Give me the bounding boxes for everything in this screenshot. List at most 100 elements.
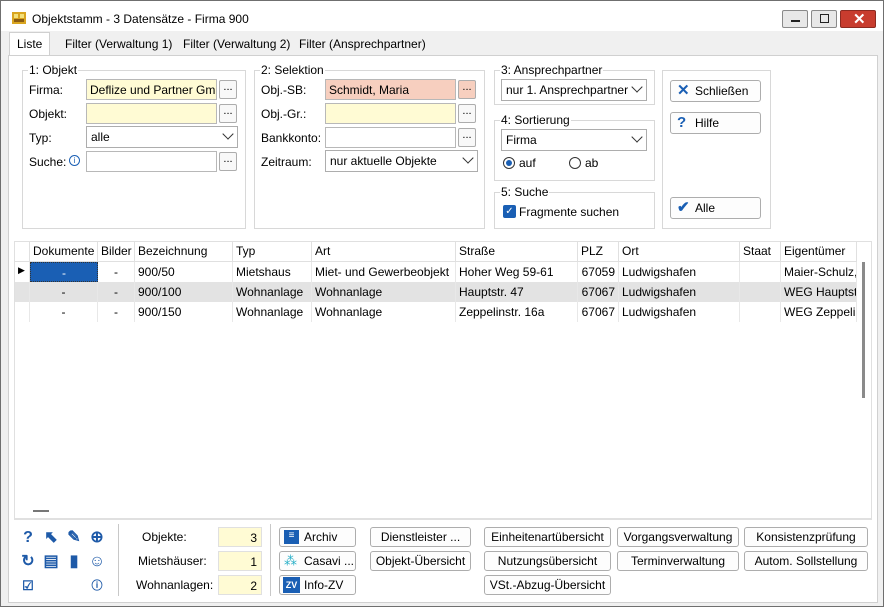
casavi-button[interactable]: ⁂ Casavi ...	[279, 551, 356, 571]
edit-pencil-icon[interactable]: ✎	[65, 529, 83, 547]
select-cursor-icon[interactable]: ⬉	[42, 529, 60, 547]
cell-eigentuemer[interactable]: Maier-Schulz,	[781, 262, 857, 282]
info-icon[interactable]: i	[69, 155, 80, 166]
objsb-field[interactable]: Schmidt, Maria	[325, 79, 456, 100]
objgr-browse-button[interactable]: ...	[458, 104, 476, 123]
close-window-button[interactable]: ✕ Schließen	[670, 80, 761, 102]
cell-bezeichnung[interactable]: 900/50	[135, 262, 233, 282]
typ-select[interactable]: alle	[86, 126, 238, 148]
suche-browse-button[interactable]: ...	[219, 152, 237, 171]
user-icon[interactable]: ☺	[88, 553, 106, 571]
sort-desc-radio[interactable]	[569, 157, 581, 169]
zeitraum-select[interactable]: nur aktuelle Objekte	[325, 150, 478, 172]
close-button[interactable]: ✕	[840, 10, 876, 28]
col-art[interactable]: Art	[312, 242, 456, 262]
cell-ort[interactable]: Ludwigshafen	[619, 282, 740, 302]
objekt-field[interactable]	[86, 103, 217, 124]
print-icon[interactable]: ▤	[42, 553, 60, 571]
col-bilder[interactable]: Bilder	[98, 242, 135, 262]
col-typ[interactable]: Typ	[233, 242, 312, 262]
cell-strasse[interactable]: Hauptstr. 47	[456, 282, 578, 302]
info-zv-button[interactable]: ZV Info-ZV	[279, 575, 356, 595]
dienstleister-button[interactable]: Dienstleister ...	[370, 527, 471, 547]
vertical-scrollbar[interactable]	[862, 262, 865, 398]
bankkonto-field[interactable]	[325, 127, 456, 148]
konsistenz-button[interactable]: Konsistenzprüfung	[744, 527, 868, 547]
cell-art[interactable]: Miet- und Gewerbeobjekt	[312, 262, 456, 282]
cell-bezeichnung[interactable]: 900/150	[135, 302, 233, 322]
ansprechpartner-select[interactable]: nur 1. Ansprechpartner	[501, 79, 647, 101]
firma-browse-button[interactable]: ...	[219, 80, 237, 99]
vst-abzug-button[interactable]: VSt.-Abzug-Übersicht	[484, 575, 611, 595]
sortierung-select[interactable]: Firma	[501, 129, 647, 151]
firma-field[interactable]: Deflize und Partner GmbH	[86, 79, 217, 100]
cell-ort[interactable]: Ludwigshafen	[619, 262, 740, 282]
cell-dokumente[interactable]: -	[30, 282, 98, 302]
einheitenart-button[interactable]: Einheitenartübersicht	[484, 527, 611, 547]
fragmente-checkbox[interactable]: ✓	[503, 205, 516, 218]
col-bezeichnung[interactable]: Bezeichnung	[135, 242, 233, 262]
tab-filter-verwaltung-1[interactable]: Filter (Verwaltung 1)	[61, 34, 176, 54]
tab-filter-ansprechpartner[interactable]: Filter (Ansprechpartner)	[295, 34, 430, 54]
cell-eigentuemer[interactable]: WEG Hauptstr	[781, 282, 857, 302]
cell-bezeichnung[interactable]: 900/100	[135, 282, 233, 302]
tab-filter-verwaltung-2[interactable]: Filter (Verwaltung 2)	[179, 34, 294, 54]
cell-dokumente[interactable]: -	[30, 302, 98, 322]
info-icon[interactable]: ⓘ	[88, 577, 106, 595]
col-plz[interactable]: PLZ	[578, 242, 619, 262]
cell-bilder[interactable]: -	[98, 282, 135, 302]
cell-staat[interactable]	[740, 282, 781, 302]
bankkonto-browse-button[interactable]: ...	[458, 128, 476, 147]
cell-plz[interactable]: 67067	[578, 302, 619, 322]
mietshaeuser-count: 1	[218, 551, 262, 571]
table-row[interactable]: - - 900/100 Wohnanlage Wohnanlage Haupts…	[15, 282, 857, 302]
cell-art[interactable]: Wohnanlage	[312, 302, 456, 322]
splitter-handle[interactable]	[33, 510, 49, 512]
checkbox-icon[interactable]: ☑	[19, 577, 37, 595]
cell-bilder[interactable]: -	[98, 302, 135, 322]
objsb-browse-button[interactable]: ...	[458, 80, 476, 99]
help-button[interactable]: ? Hilfe	[670, 112, 761, 134]
cell-bilder[interactable]: -	[98, 262, 135, 282]
suche-field[interactable]	[86, 151, 217, 172]
objekt-browse-button[interactable]: ...	[219, 104, 237, 123]
add-icon[interactable]: ⊕	[88, 529, 106, 547]
cell-strasse[interactable]: Zeppelinstr. 16a	[456, 302, 578, 322]
cell-plz[interactable]: 67067	[578, 282, 619, 302]
cell-art[interactable]: Wohnanlage	[312, 282, 456, 302]
nutzung-button[interactable]: Nutzungsübersicht	[484, 551, 611, 571]
col-ort[interactable]: Ort	[619, 242, 740, 262]
office-icon[interactable]: ▮	[65, 553, 83, 571]
sort-asc-radio[interactable]	[503, 157, 515, 169]
cell-dokumente[interactable]: -	[30, 262, 98, 282]
tab-liste[interactable]: Liste	[9, 32, 51, 56]
maximize-button[interactable]	[811, 10, 837, 28]
archiv-button[interactable]: ≡ Archiv	[279, 527, 356, 547]
cell-typ[interactable]: Wohnanlage	[233, 282, 312, 302]
help-icon[interactable]: ?	[19, 529, 37, 547]
autom-sollstellung-button[interactable]: Autom. Sollstellung	[744, 551, 868, 571]
col-strasse[interactable]: Straße	[456, 242, 578, 262]
minimize-button[interactable]	[782, 10, 808, 28]
cell-staat[interactable]	[740, 302, 781, 322]
table-row[interactable]: - - 900/150 Wohnanlage Wohnanlage Zeppel…	[15, 302, 857, 322]
cell-ort[interactable]: Ludwigshafen	[619, 302, 740, 322]
termin-button[interactable]: Terminverwaltung	[617, 551, 739, 571]
col-staat[interactable]: Staat	[740, 242, 781, 262]
cell-eigentuemer[interactable]: WEG Zeppelin	[781, 302, 857, 322]
cell-staat[interactable]	[740, 262, 781, 282]
objekt-uebersicht-button[interactable]: Objekt-Übersicht	[370, 551, 471, 571]
col-dokumente[interactable]: Dokumente	[30, 242, 98, 262]
cell-strasse[interactable]: Hoher Weg 59-61	[456, 262, 578, 282]
cell-plz[interactable]: 67059	[578, 262, 619, 282]
refresh-icon[interactable]: ↻	[19, 553, 37, 571]
cell-typ[interactable]: Wohnanlage	[233, 302, 312, 322]
cell-typ[interactable]: Mietshaus	[233, 262, 312, 282]
app-icon	[12, 12, 26, 24]
col-eigentuemer[interactable]: Eigentümer	[781, 242, 857, 262]
table-row[interactable]: ▶ - - 900/50 Mietshaus Miet- und Gewerbe…	[15, 262, 857, 282]
all-button[interactable]: ✔ Alle	[670, 197, 761, 219]
objgr-field[interactable]	[325, 103, 456, 124]
title-bar[interactable]: Objektstamm - 3 Datensätze - Firma 900 ✕	[1, 1, 883, 31]
vorgang-button[interactable]: Vorgangsverwaltung	[617, 527, 739, 547]
